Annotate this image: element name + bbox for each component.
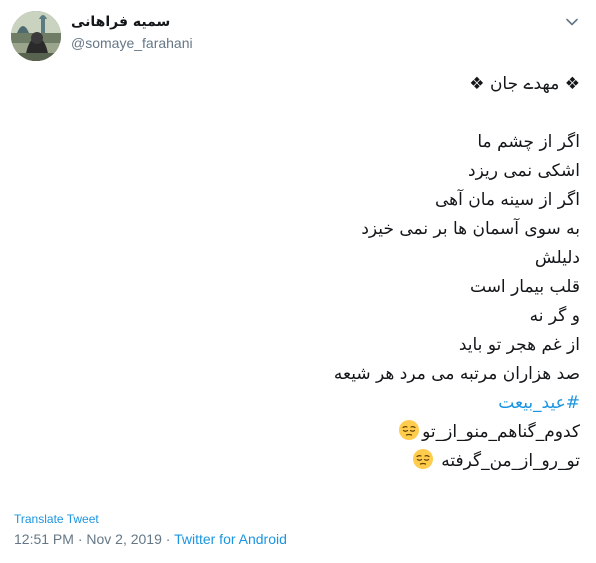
tweet-heading: ❖ مهدے جان ❖ [469,74,580,94]
tweet-line: از غم هجر تو باید [458,335,580,355]
tweet-line: صد هزاران مرتبه می مرد هر شیعه [333,364,580,384]
hashtag-line: #عید_بیعت [16,389,580,418]
tweet-line-with-emoji: کدوم_گناهم_منو_از_تو [16,418,580,447]
tweet-line: و گر نه [529,306,580,326]
display-name[interactable]: سمیه فراهانی [71,12,170,32]
tweet-line-text: تو_رو_از_من_گرفته [441,451,580,471]
tweet-line: قلب بیمار است [470,277,580,297]
translate-tweet-link[interactable]: Translate Tweet [14,512,99,526]
tweet-line-with-emoji: تو_رو_از_من_گرفته [16,447,580,476]
pensive-face-emoji-icon [398,419,420,441]
tweet-line-text: کدوم_گناهم_منو_از_تو [422,422,580,442]
tweet-meta: 12:51 PM · Nov 2, 2019 · Twitter for And… [14,530,287,548]
tweet-line: اگر از سینه مان آهی [435,190,580,210]
user-header[interactable]: سمیه فراهانی @somaye_farahani [71,11,511,53]
tweet-source-link[interactable]: Twitter for Android [174,531,287,547]
tweet-timestamp[interactable]: 12:51 PM · Nov 2, 2019 · [14,531,174,547]
tweet-text: ❖ مهدے جان ❖ اگر از چشم ما اشکی نمی ریزد… [16,70,580,476]
tweet-line: دلیلش [534,248,580,268]
hashtag-link[interactable]: #عید_بیعت [498,393,580,413]
tweet-line: به سوی آسمان ها بر نمی خیزد [361,219,580,239]
chevron-down-icon[interactable] [564,14,580,30]
user-handle[interactable]: @somaye_farahani [71,33,511,53]
avatar[interactable] [11,11,61,61]
tweet-line: اگر از چشم ما [477,132,580,152]
tweet-line: اشکی نمی ریزد [468,161,580,181]
avatar-image [11,11,61,61]
pensive-face-emoji-icon [412,448,434,470]
